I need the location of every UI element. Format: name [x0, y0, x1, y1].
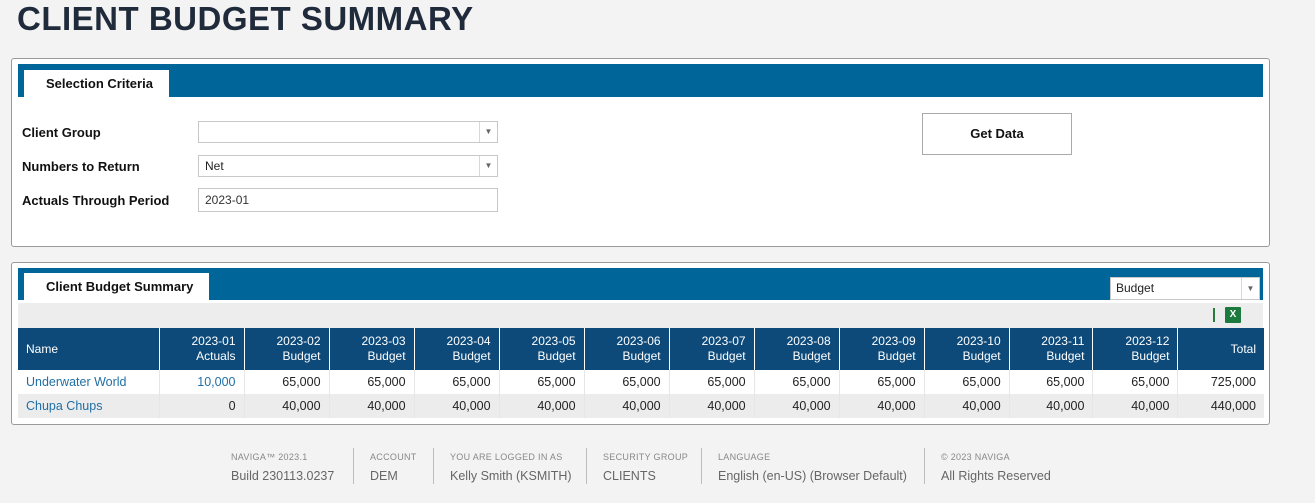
footer-account: ACCOUNT DEM [353, 448, 417, 484]
column-header[interactable]: 2023-07 Budget [669, 328, 755, 370]
view-select[interactable]: Budget ▼ [1110, 277, 1260, 300]
table-cell: 65,000 [1092, 370, 1179, 394]
footer-security-group: SECURITY GROUP CLIENTS [586, 448, 688, 484]
table-cell: 65,000 [499, 370, 585, 394]
selection-criteria-header: Selection Criteria [18, 64, 1263, 98]
table-cell: 65,000 [329, 370, 415, 394]
client-budget-summary-panel: Client Budget Summary Budget ▼ X Name 20… [11, 262, 1270, 425]
client-name-link[interactable]: Underwater World [18, 370, 160, 394]
table-row: Chupa Chups 0 40,000 40,000 40,000 40,00… [18, 394, 1264, 418]
column-header[interactable]: 2023-02 Budget [244, 328, 330, 370]
tab-selection-criteria[interactable]: Selection Criteria [24, 70, 169, 98]
numbers-to-return-value: Net [205, 159, 224, 173]
table-cell: 65,000 [924, 370, 1010, 394]
table-cell: 0 [159, 394, 245, 418]
column-header[interactable]: 2023-03 Budget [329, 328, 415, 370]
excel-export-icon[interactable]: X [1225, 307, 1241, 323]
tab-client-budget-summary[interactable]: Client Budget Summary [24, 273, 210, 301]
table-cell: 40,000 [329, 394, 415, 418]
column-header[interactable]: 2023-10 Budget [924, 328, 1010, 370]
table-cell: 65,000 [414, 370, 500, 394]
table-row: Underwater World 10,000 65,000 65,000 65… [18, 370, 1264, 394]
table-cell: 40,000 [754, 394, 840, 418]
grid-toolbar: X [18, 303, 1263, 328]
table-cell: 65,000 [754, 370, 840, 394]
client-group-select[interactable]: ▼ [198, 121, 498, 143]
chevron-down-icon[interactable]: ▼ [479, 156, 497, 176]
column-header[interactable]: 2023-05 Budget [499, 328, 585, 370]
table-cell: 40,000 [839, 394, 925, 418]
column-header[interactable]: 2023-11 Budget [1009, 328, 1094, 370]
toolbar-separator [1213, 308, 1215, 322]
table-cell: 65,000 [1009, 370, 1094, 394]
table-cell-total: 440,000 [1177, 394, 1264, 418]
actuals-through-period-input[interactable]: 2023-01 [198, 188, 498, 212]
table-cell: 40,000 [669, 394, 755, 418]
table-header-row: Name 2023-01 Actuals 2023-02 Budget 2023-0… [18, 328, 1264, 370]
selection-criteria-panel: Selection Criteria Client Group ▼ Number… [11, 58, 1270, 247]
column-header[interactable]: 2023-08 Budget [754, 328, 840, 370]
column-header-total[interactable]: Total [1177, 328, 1264, 370]
footer-copyright: © 2023 NAVIGA All Rights Reserved [924, 448, 1051, 484]
table-cell: 40,000 [924, 394, 1010, 418]
column-header-name[interactable]: Name [18, 328, 160, 370]
table-cell: 65,000 [669, 370, 755, 394]
table-cell: 40,000 [584, 394, 670, 418]
client-group-label: Client Group [22, 125, 101, 140]
budget-summary-table: Name 2023-01 Actuals 2023-02 Budget 2023-0… [18, 328, 1264, 418]
footer-version: NAVIGA™ 2023.1 Build 230113.0237 [231, 452, 335, 483]
numbers-to-return-select[interactable]: Net ▼ [198, 155, 498, 177]
footer-language: LANGUAGE English (en-US) (Browser Defaul… [701, 448, 907, 484]
actuals-link[interactable]: 10,000 [159, 370, 245, 394]
table-cell: 40,000 [1009, 394, 1094, 418]
summary-header: Client Budget Summary Budget ▼ [18, 268, 1263, 301]
chevron-down-icon[interactable]: ▼ [1241, 278, 1259, 299]
table-cell: 65,000 [244, 370, 330, 394]
table-cell-total: 725,000 [1210, 375, 1256, 389]
column-header[interactable]: 2023-12 Budget [1092, 328, 1179, 370]
numbers-to-return-label: Numbers to Return [22, 159, 140, 174]
chevron-down-icon[interactable]: ▼ [479, 122, 497, 142]
table-cell: 40,000 [1092, 394, 1179, 418]
page-title: CLIENT BUDGET SUMMARY [17, 0, 474, 37]
table-cell: 65,000 [584, 370, 670, 394]
actuals-through-period-label: Actuals Through Period [22, 193, 170, 208]
column-header[interactable]: 2023-06 Budget [584, 328, 670, 370]
column-header[interactable]: 2023-01 Actuals [159, 328, 245, 370]
column-header[interactable]: 2023-09 Budget [839, 328, 925, 370]
table-cell: 65,000 [839, 370, 925, 394]
table-cell: 40,000 [414, 394, 500, 418]
column-header[interactable]: 2023-04 Budget [414, 328, 500, 370]
view-select-value: Budget [1116, 281, 1155, 295]
table-cell: 40,000 [499, 394, 585, 418]
table-cell: 40,000 [244, 394, 330, 418]
client-name-link[interactable]: Chupa Chups [18, 394, 160, 418]
footer-user: YOU ARE LOGGED IN AS Kelly Smith (KSMITH… [433, 448, 572, 484]
get-data-button[interactable]: Get Data [922, 113, 1072, 155]
footer: NAVIGA™ 2023.1 Build 230113.0237 ACCOUNT… [0, 448, 1315, 488]
